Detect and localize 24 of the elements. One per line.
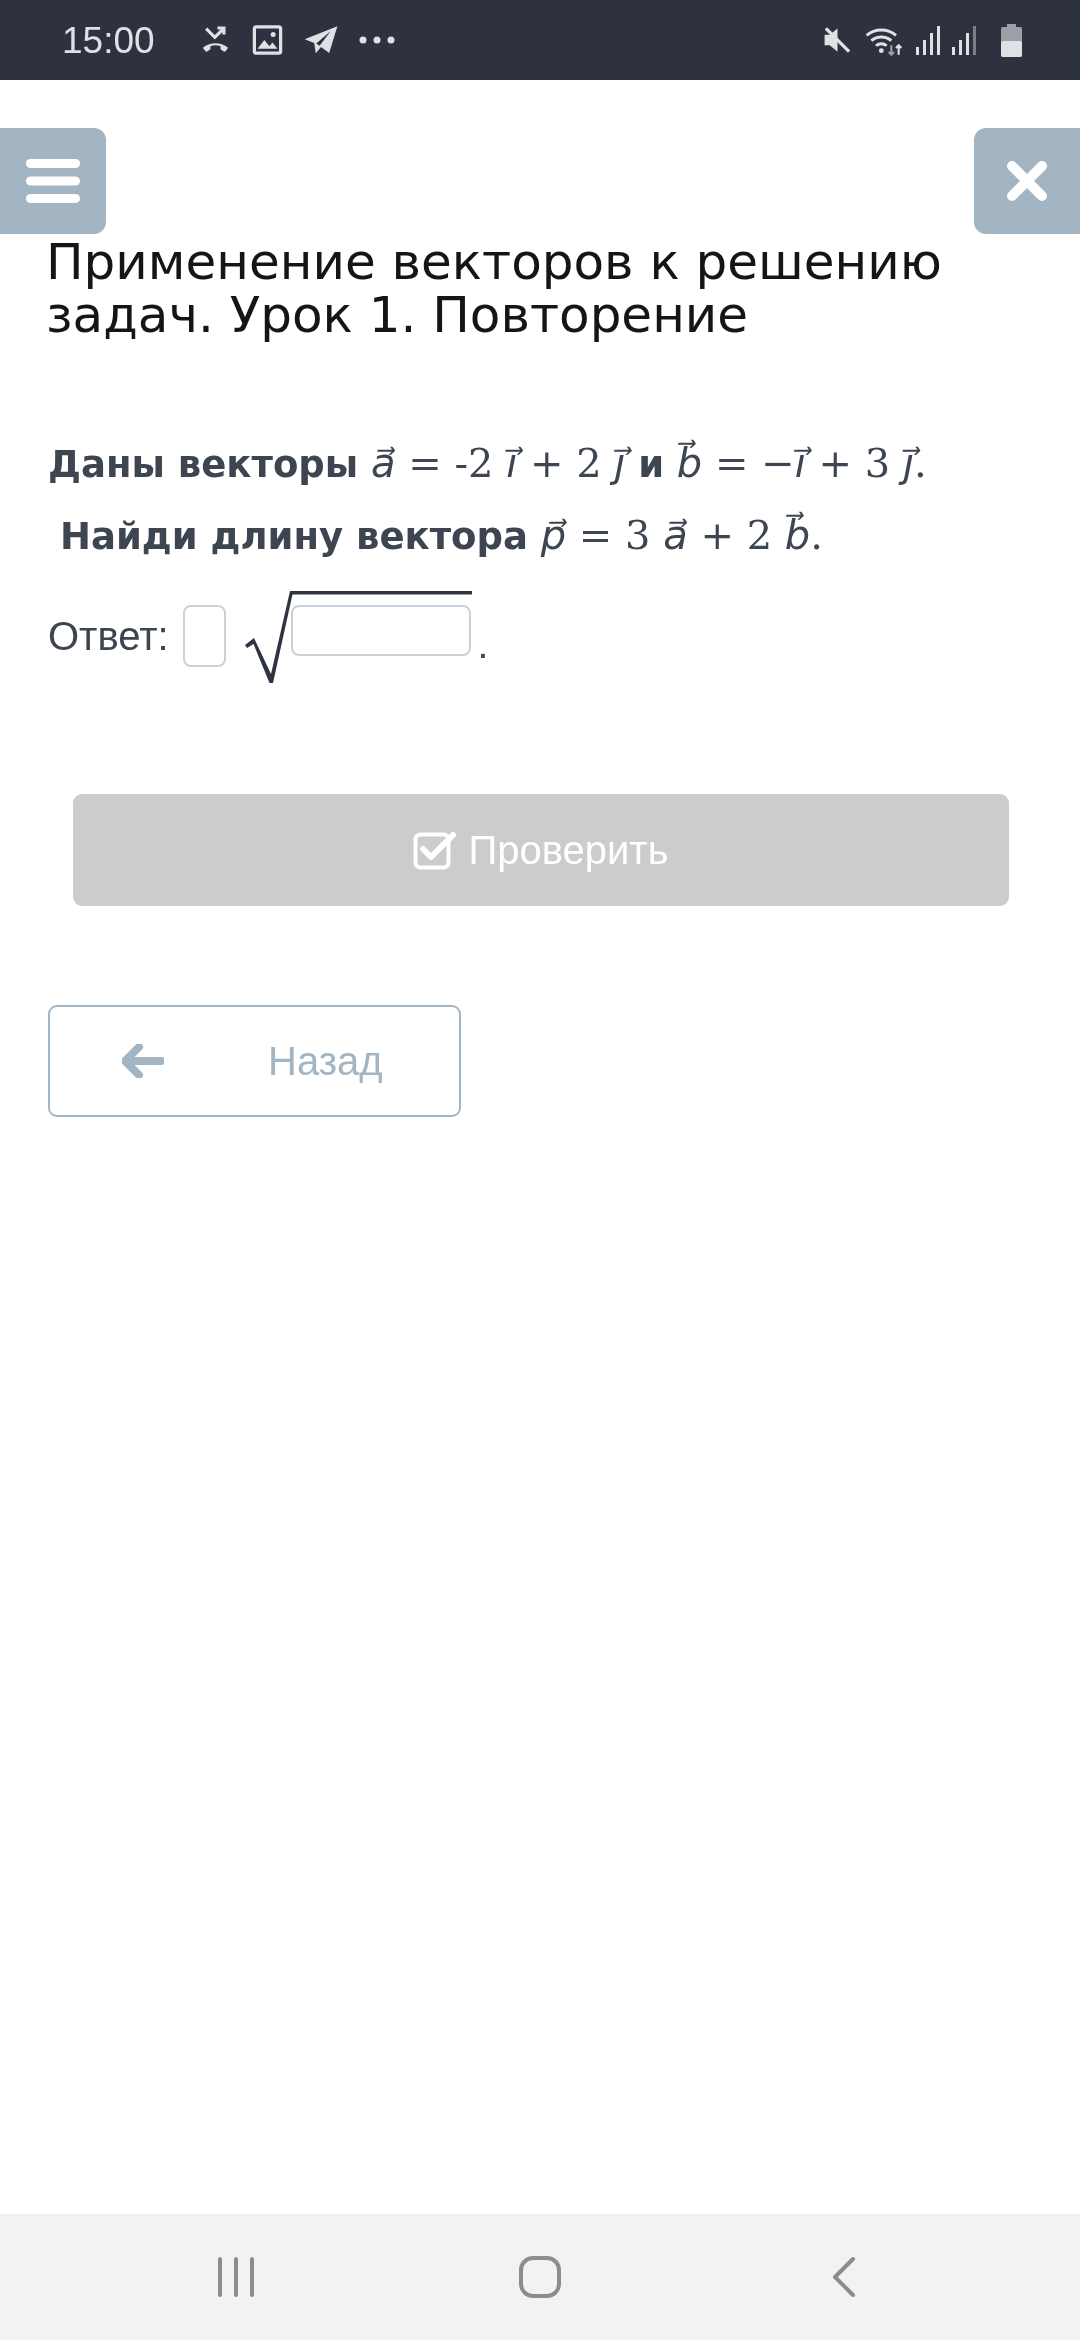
menu-button[interactable] <box>0 128 106 234</box>
arrow-left-icon <box>122 1044 164 1078</box>
home-icon[interactable] <box>519 2256 561 2298</box>
problem-question: Найди длину вектора p⃗ = 3 a⃗ + 2 b⃗. <box>60 510 823 560</box>
image-icon <box>251 25 283 55</box>
close-button[interactable] <box>974 128 1080 234</box>
period-text: . <box>477 623 489 667</box>
signal-icon <box>951 25 977 55</box>
status-time: 15:00 <box>62 21 155 59</box>
close-icon <box>1006 160 1048 202</box>
back-icon[interactable] <box>832 2257 856 2297</box>
signal-icon <box>915 25 941 55</box>
battery-icon <box>1001 23 1022 57</box>
check-square-icon <box>413 830 457 870</box>
more-dots-icon <box>358 36 395 44</box>
menu-icon <box>26 159 80 203</box>
radicand-input[interactable] <box>290 604 471 656</box>
back-button[interactable]: Назад <box>48 1005 461 1117</box>
recent-apps-icon[interactable] <box>216 2257 256 2297</box>
answer-label: Ответ: <box>48 613 169 659</box>
problem-statement: Даны векторы a⃗ = -2 i⃗ + 2 j⃗ и b⃗ = −i⃗ + 3 j⃗. <box>48 438 927 488</box>
paper-plane-icon <box>302 25 339 55</box>
coefficient-input[interactable] <box>182 605 226 667</box>
page-title: Применение векторов к решению задач. Урок 1. Повторение <box>45 236 943 342</box>
